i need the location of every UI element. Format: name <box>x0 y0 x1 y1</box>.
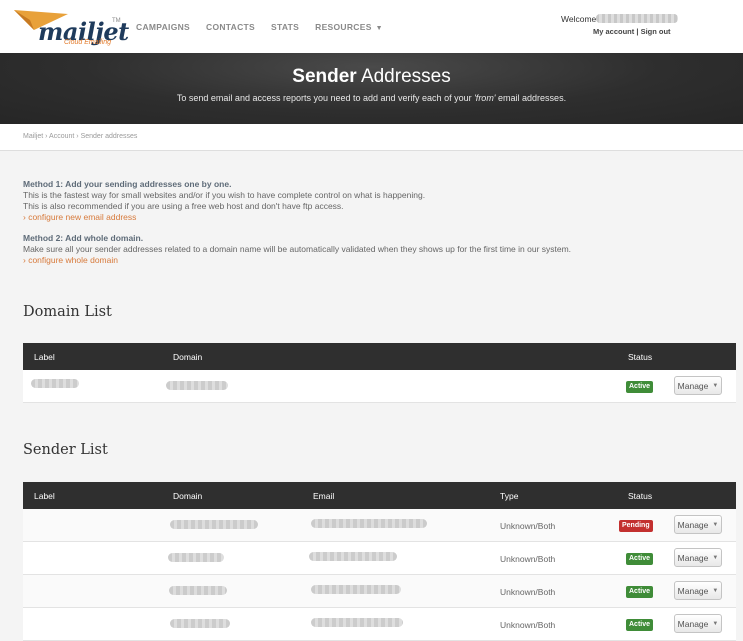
nav-resources-label: RESOURCES <box>315 22 372 32</box>
nav-resources[interactable]: RESOURCES ▼ <box>315 22 383 32</box>
table-row: Unknown/Both Pending Manage ▼ <box>23 509 736 542</box>
page-subtitle: To send email and access reports you nee… <box>0 93 743 103</box>
methods-instructions: Method 1: Add your sending addresses one… <box>23 179 571 266</box>
redacted-domain <box>170 619 230 628</box>
mailjet-logo[interactable]: mailjet TM Cloud Emailing <box>12 4 129 48</box>
page-title: Sender Addresses <box>0 66 743 88</box>
logo-tagline: Cloud Emailing <box>64 39 112 46</box>
nav-stats[interactable]: STATS <box>271 22 299 32</box>
redacted-label <box>31 379 79 388</box>
sender-table-header: Label Domain Email Type Status <box>23 482 736 509</box>
status-badge: Active <box>626 586 654 598</box>
breadcrumb[interactable]: Mailjet › Account › Sender addresses <box>23 133 137 140</box>
domain-col-status: Status <box>628 352 653 362</box>
redacted-domain <box>168 553 224 562</box>
manage-button-label: Manage <box>677 380 709 391</box>
logo-trademark: TM <box>112 18 121 24</box>
status-badge: Active <box>626 553 654 565</box>
subtitle-before: To send email and access reports you nee… <box>176 93 475 103</box>
configure-domain-link[interactable]: › configure whole domain <box>23 255 571 266</box>
redacted-email <box>309 552 397 561</box>
page-title-bold: Sender <box>292 66 357 87</box>
table-row: Unknown/Both Active Manage ▼ <box>23 575 736 608</box>
table-row: Active Manage ▼ <box>23 370 736 403</box>
domain-list-title: Domain List <box>23 304 112 320</box>
redacted-domain <box>169 586 227 595</box>
sender-col-domain: Domain <box>173 491 203 501</box>
sender-type: Unknown/Both <box>500 521 556 531</box>
table-row: Unknown/Both Active Manage ▼ <box>23 542 736 575</box>
domain-table-header: Label Domain Status <box>23 343 736 370</box>
redacted-domain <box>170 520 258 529</box>
domain-table: Label Domain Status Active Manage ▼ <box>23 343 736 403</box>
manage-button[interactable]: Manage ▼ <box>674 581 722 600</box>
caret-down-icon: ▼ <box>712 554 719 561</box>
caret-down-icon: ▼ <box>712 521 719 528</box>
sender-type: Unknown/Both <box>500 587 556 597</box>
account-separator: | <box>636 27 639 36</box>
nav-contacts[interactable]: CONTACTS <box>206 22 255 32</box>
method-1-line-1: This is the fastest way for small websit… <box>23 190 426 200</box>
manage-button-label: Manage <box>677 585 709 596</box>
configure-email-link[interactable]: › configure new email address <box>23 212 571 223</box>
redacted-email <box>311 618 403 627</box>
caret-down-icon: ▼ <box>375 25 383 32</box>
main-nav: CAMPAIGNS CONTACTS STATS RESOURCES ▼ <box>136 22 399 32</box>
sign-out-link[interactable]: Sign out <box>641 27 671 36</box>
sender-list-title: Sender List <box>23 442 108 458</box>
nav-campaigns[interactable]: CAMPAIGNS <box>136 22 190 32</box>
method-1-title: Method 1: Add your sending addresses one… <box>23 179 232 189</box>
manage-button[interactable]: Manage ▼ <box>674 548 722 567</box>
welcome-greeting: Welcome <box>561 14 679 24</box>
manage-button-label: Manage <box>677 618 709 629</box>
manage-button[interactable]: Manage ▼ <box>674 376 722 395</box>
page-hero: Sender Addresses To send email and acces… <box>0 53 743 124</box>
sender-type: Unknown/Both <box>500 620 556 630</box>
sender-table: Label Domain Email Type Status Unknown/B… <box>23 482 736 641</box>
domain-col-label: Label <box>34 352 55 362</box>
caret-down-icon: ▼ <box>712 587 719 594</box>
manage-button-label: Manage <box>677 519 709 530</box>
manage-button[interactable]: Manage ▼ <box>674 614 722 633</box>
sender-type: Unknown/Both <box>500 554 556 564</box>
subtitle-emphasis: 'from' <box>474 93 496 103</box>
method-2-line-1: Make sure all your sender addresses rela… <box>23 244 572 254</box>
redacted-domain <box>166 381 228 390</box>
account-links: My account | Sign out <box>593 27 671 36</box>
method-2-title: Method 2: Add whole domain. <box>23 233 144 243</box>
welcome-label: Welcome <box>561 14 597 24</box>
redacted-email <box>311 519 427 528</box>
sender-col-type: Type <box>500 491 519 501</box>
redacted-username <box>596 14 679 23</box>
sender-col-label: Label <box>34 491 55 501</box>
subtitle-after: email addresses. <box>495 93 567 103</box>
method-1-line-2: This is also recommended if you are usin… <box>23 201 344 211</box>
status-badge: Active <box>626 381 654 393</box>
status-badge: Active <box>626 619 654 631</box>
breadcrumb-bar: Mailjet › Account › Sender addresses <box>0 124 743 151</box>
sender-col-email: Email <box>313 491 335 501</box>
my-account-link[interactable]: My account <box>593 27 634 36</box>
table-row: Unknown/Both Active Manage ▼ <box>23 608 736 641</box>
manage-button[interactable]: Manage ▼ <box>674 515 722 534</box>
status-badge: Pending <box>619 520 653 532</box>
page-title-rest: Addresses <box>360 66 451 87</box>
redacted-email <box>311 585 401 594</box>
top-navbar: mailjet TM Cloud Emailing CAMPAIGNS CONT… <box>0 0 743 54</box>
sender-col-status: Status <box>628 491 653 501</box>
manage-button-label: Manage <box>677 552 709 563</box>
caret-down-icon: ▼ <box>712 620 719 627</box>
caret-down-icon: ▼ <box>712 382 719 389</box>
domain-col-domain: Domain <box>173 352 203 362</box>
